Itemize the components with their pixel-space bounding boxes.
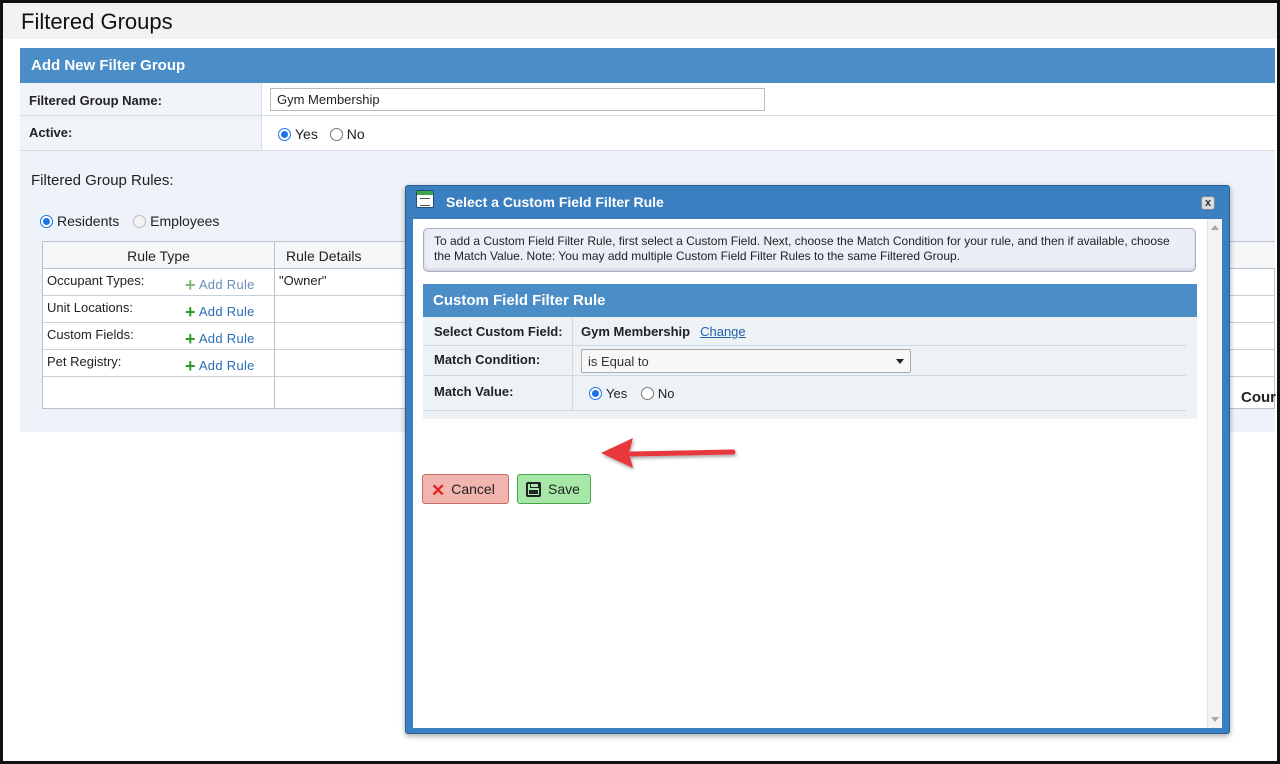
dialog-instructions: To add a Custom Field Filter Rule, first…: [423, 228, 1196, 272]
scroll-up-icon: [1211, 225, 1219, 230]
match-value-radio-group: Yes No: [581, 386, 674, 401]
floppy-disk-icon: [526, 482, 541, 497]
dialog-window-icon: [416, 190, 434, 208]
red-arrow-annotation: [601, 438, 736, 468]
active-yes-label: Yes: [295, 126, 318, 142]
plus-icon: +: [185, 329, 196, 349]
add-rule-button[interactable]: + Add Rule: [185, 356, 255, 377]
active-no-label: No: [346, 126, 365, 142]
rule-target-radio-group: Residents Employees: [40, 213, 219, 229]
employees-radio[interactable]: [133, 215, 147, 228]
rule-type-label: Occupant Types:: [47, 273, 145, 288]
select-field-value-wrap: Gym Membership Change: [581, 324, 746, 339]
match-value-row: Match Value: Yes No: [423, 376, 1186, 411]
rules-title: Filtered Group Rules:: [31, 172, 174, 189]
table-row: Occupant Types: + Add Rule: [43, 269, 275, 296]
page-header: Filtered Groups: [3, 3, 1277, 39]
plus-icon: +: [185, 302, 196, 322]
rule-type-label: Unit Locations:: [47, 300, 133, 315]
rule-type-label: Pet Registry:: [47, 354, 122, 369]
name-row: Filtered Group Name:: [20, 83, 1275, 116]
add-rule-button[interactable]: + Add Rule: [185, 329, 255, 350]
filtered-group-name-input[interactable]: [270, 88, 765, 111]
chevron-down-icon: [896, 359, 904, 364]
table-row: Pet Registry: + Add Rule: [43, 350, 275, 377]
active-radio-group: Yes No: [278, 126, 365, 142]
count-label: Cour: [1241, 389, 1276, 406]
scroll-down-icon: [1211, 717, 1219, 722]
panel-header: Custom Field Filter Rule: [423, 284, 1197, 317]
custom-field-filter-dialog: Select a Custom Field Filter Rule x To a…: [405, 185, 1230, 734]
rule-type-label: Custom Fields:: [47, 327, 134, 342]
plus-icon: +: [185, 356, 196, 376]
select-field-row: Select Custom Field: Gym Membership Chang…: [423, 318, 1186, 346]
save-button[interactable]: Save: [517, 474, 591, 504]
match-condition-row: Match Condition: is Equal to: [423, 346, 1186, 376]
table-row: Custom Fields: + Add Rule: [43, 323, 275, 350]
add-rule-button[interactable]: + Add Rule: [185, 275, 255, 296]
match-condition-select[interactable]: is Equal to: [581, 349, 911, 373]
select-field-value: Gym Membership: [581, 324, 691, 339]
select-field-label: Select Custom Field:: [423, 318, 573, 345]
match-value-label: Match Value:: [423, 376, 573, 410]
page-title: Filtered Groups: [21, 9, 173, 34]
dialog-scrollbar[interactable]: [1207, 219, 1222, 728]
cancel-button[interactable]: ✕ Cancel: [422, 474, 509, 504]
match-yes-label: Yes: [606, 386, 628, 401]
match-yes-radio[interactable]: [589, 387, 602, 400]
active-yes-radio[interactable]: [278, 128, 291, 141]
active-row: Active: Yes No: [20, 116, 1275, 151]
match-condition-label: Match Condition:: [423, 346, 573, 375]
filtered-group-name-label: Filtered Group Name:: [20, 83, 262, 115]
dialog-body: To add a Custom Field Filter Rule, first…: [413, 219, 1222, 728]
active-no-radio[interactable]: [329, 128, 343, 141]
match-no-label: No: [657, 386, 675, 401]
match-condition-value: is Equal to: [588, 354, 649, 369]
form-header: Add New Filter Group: [20, 48, 1275, 83]
residents-label: Residents: [57, 213, 120, 229]
dialog-title: Select a Custom Field Filter Rule: [446, 194, 664, 210]
residents-radio[interactable]: [40, 215, 53, 228]
add-rule-button[interactable]: + Add Rule: [185, 302, 255, 323]
employees-label: Employees: [150, 213, 220, 229]
dialog-titlebar[interactable]: Select a Custom Field Filter Rule x: [406, 186, 1229, 216]
match-no-radio[interactable]: [640, 387, 654, 400]
custom-field-filter-panel: Custom Field Filter Rule Select Custom F…: [423, 284, 1197, 419]
plus-icon: +: [185, 275, 196, 295]
table-row: Unit Locations: + Add Rule: [43, 296, 275, 323]
active-label: Active:: [20, 116, 262, 150]
x-icon: ✕: [431, 481, 446, 500]
change-link[interactable]: Change: [700, 324, 746, 339]
close-icon[interactable]: x: [1201, 196, 1215, 210]
table-footer-left: [43, 377, 275, 408]
col-rule-type: Rule Type: [43, 242, 275, 269]
